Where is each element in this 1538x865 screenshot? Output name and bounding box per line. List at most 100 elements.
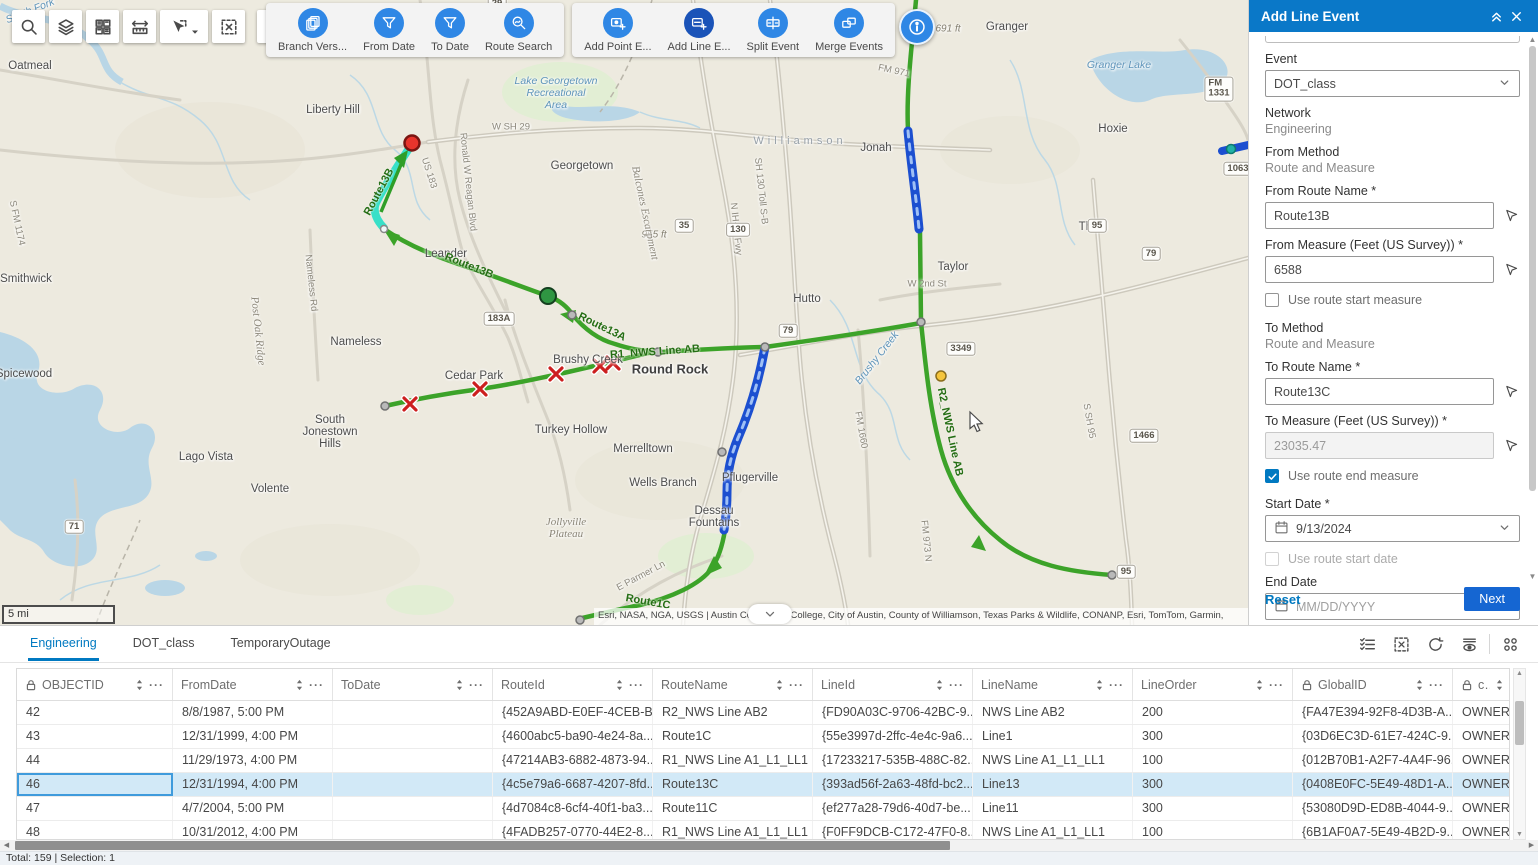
lrs-tool-branch-vers[interactable]: Branch Vers... [278, 8, 347, 53]
scrollbar-thumb[interactable] [15, 841, 950, 850]
column-menu-icon[interactable]: ··· [789, 678, 804, 692]
cell-fromdate[interactable]: 4/7/2004, 5:00 PM [173, 797, 333, 820]
lrs-tool-split-event[interactable]: Split Event [747, 8, 800, 53]
sort-icon[interactable] [615, 679, 624, 691]
cell-objectid[interactable]: 46 [17, 773, 173, 796]
collapse-panel-button[interactable] [1486, 6, 1506, 26]
from-measure-input[interactable]: 6588 [1265, 256, 1494, 283]
lrs-tool-to-date[interactable]: To Date [431, 8, 469, 53]
refresh-button[interactable] [1421, 630, 1449, 658]
scroll-up-arrow[interactable]: ▲ [1528, 36, 1537, 44]
tab-engineering[interactable]: Engineering [28, 627, 99, 661]
column-menu-icon[interactable]: ··· [1429, 678, 1444, 692]
event-select[interactable]: DOT_class [1265, 70, 1520, 97]
table-vertical-scrollbar[interactable]: ▲ ▼ [1513, 668, 1526, 840]
show-selection-button[interactable] [1353, 630, 1381, 658]
cell-linename[interactable]: Line13 [973, 773, 1133, 796]
sort-icon[interactable] [135, 679, 144, 691]
show-columns-button[interactable] [1455, 630, 1483, 658]
lrs-tool-merge-events[interactable]: Merge Events [815, 8, 883, 53]
pick-from-measure-on-map-icon[interactable] [1502, 261, 1520, 279]
clear-selection-button[interactable] [1387, 630, 1415, 658]
cell-todate[interactable] [333, 749, 493, 772]
cell-routeid[interactable]: {4d7084c8-6cf4-40f1-ba3... [493, 797, 653, 820]
cell-linename[interactable]: NWS Line AB2 [973, 701, 1133, 724]
scroll-right-arrow[interactable]: ▶ [1525, 840, 1538, 851]
column-header-routename[interactable]: RouteName··· [653, 669, 813, 700]
column-menu-icon[interactable]: ··· [1109, 678, 1124, 692]
cell-todate[interactable] [333, 725, 493, 748]
measure-button[interactable] [123, 10, 156, 43]
column-header-lineorder[interactable]: LineOrder··· [1133, 669, 1293, 700]
cell-globalid[interactable]: {FA47E394-92F8-4D3B-A... [1293, 701, 1453, 724]
column-header-globalid[interactable]: GlobalID··· [1293, 669, 1453, 700]
start-date-input[interactable]: 9/13/2024 [1265, 515, 1520, 542]
table-row[interactable]: 4810/31/2012, 4:00 PM {4FADB257-0770-44E2… [17, 821, 1510, 840]
cell-todate[interactable] [333, 821, 493, 840]
lrs-tool-add-line-e[interactable]: Add Line E... [668, 8, 731, 53]
sort-icon[interactable] [1095, 679, 1104, 691]
layers-button[interactable] [49, 10, 82, 43]
column-header-fromdate[interactable]: FromDate··· [173, 669, 333, 700]
sort-icon[interactable] [1495, 679, 1504, 691]
column-header-lineid[interactable]: LineId··· [813, 669, 973, 700]
cell-create[interactable]: OWNER [1453, 749, 1510, 772]
pick-to-route-on-map-icon[interactable] [1502, 383, 1520, 401]
cell-globalid[interactable]: {0408E0FC-5E49-48D1-A... [1293, 773, 1453, 796]
cell-globalid[interactable]: {6B1AF0A7-5E49-4B2D-9... [1293, 821, 1453, 840]
from-route-name-input[interactable]: Route13B [1265, 202, 1494, 229]
sort-icon[interactable] [935, 679, 944, 691]
cell-linename[interactable]: Line11 [973, 797, 1133, 820]
cell-todate[interactable] [333, 701, 493, 724]
use-route-end-measure-checkbox[interactable]: Use route end measure [1265, 469, 1520, 483]
cell-objectid[interactable]: 43 [17, 725, 173, 748]
cell-lineorder[interactable]: 300 [1133, 773, 1293, 796]
cell-create[interactable]: OWNER [1453, 821, 1510, 840]
basemap-button[interactable] [86, 10, 119, 43]
column-menu-icon[interactable]: ··· [469, 678, 484, 692]
cell-fromdate[interactable]: 12/31/1994, 4:00 PM [173, 773, 333, 796]
cell-routeid[interactable]: {4600abc5-ba90-4e24-8a... [493, 725, 653, 748]
cell-globalid[interactable]: {012B70B1-A2F7-4A4F-96... [1293, 749, 1453, 772]
column-menu-icon[interactable]: ··· [1269, 678, 1284, 692]
cell-create[interactable]: OWNER [1453, 773, 1510, 796]
cell-routeid[interactable]: {4c5e79a6-6687-4207-8fd... [493, 773, 653, 796]
scroll-down-arrow[interactable]: ▼ [1514, 831, 1525, 838]
cell-fromdate[interactable]: 12/31/1999, 4:00 PM [173, 725, 333, 748]
reset-link[interactable]: Reset [1265, 592, 1300, 607]
close-panel-button[interactable] [1506, 6, 1526, 26]
cell-routename[interactable]: Route1C [653, 725, 813, 748]
cell-lineid[interactable]: {55e3997d-2ffc-4e4c-9a6... [813, 725, 973, 748]
cell-lineorder[interactable]: 100 [1133, 821, 1293, 840]
next-button[interactable]: Next [1464, 587, 1520, 611]
column-header-routeid[interactable]: RouteId··· [493, 669, 653, 700]
column-header-todate[interactable]: ToDate··· [333, 669, 493, 700]
cell-routeid[interactable]: {452A9ABD-E0EF-4CEB-B... [493, 701, 653, 724]
cell-lineid[interactable]: {ef277a28-79d6-40d7-be... [813, 797, 973, 820]
table-row[interactable]: 474/7/2004, 5:00 PM{4d7084c8-6cf4-40f1-b… [17, 797, 1510, 821]
lrs-tool-route-search[interactable]: Route Search [485, 8, 552, 53]
table-horizontal-scrollbar[interactable]: ◀ ▶ [0, 840, 1538, 851]
column-menu-icon[interactable]: ··· [149, 678, 164, 692]
cell-lineorder[interactable]: 300 [1133, 797, 1293, 820]
cell-linename[interactable]: NWS Line A1_L1_LL1 [973, 749, 1133, 772]
sort-icon[interactable] [1255, 679, 1264, 691]
column-menu-icon[interactable]: ··· [629, 678, 644, 692]
info-icon[interactable] [899, 9, 935, 45]
cell-objectid[interactable]: 48 [17, 821, 173, 840]
cell-create[interactable]: OWNER [1453, 797, 1510, 820]
lrs-tool-from-date[interactable]: From Date [363, 8, 415, 53]
table-row[interactable]: 4612/31/1994, 4:00 PM {4c5e79a6-6687-4207… [17, 773, 1510, 797]
map-canvas[interactable]: OatmealLiberty HillSmithwickNamelessSpic… [0, 0, 1248, 625]
cell-routeid[interactable]: {4FADB257-0770-44E2-8... [493, 821, 653, 840]
column-header-linename[interactable]: LineName··· [973, 669, 1133, 700]
select-cursor-button[interactable] [160, 10, 208, 43]
pick-to-measure-on-map-icon[interactable] [1502, 437, 1520, 455]
tab-temporaryoutage[interactable]: TemporaryOutage [229, 627, 333, 661]
scrollbar-thumb[interactable] [1529, 46, 1536, 491]
cell-lineorder[interactable]: 300 [1133, 725, 1293, 748]
cell-fromdate[interactable]: 10/31/2012, 4:00 PM [173, 821, 333, 840]
cell-lineorder[interactable]: 100 [1133, 749, 1293, 772]
cell-create[interactable]: OWNER [1453, 725, 1510, 748]
lrs-tool-add-point-e[interactable]: Add Point E... [584, 8, 651, 53]
